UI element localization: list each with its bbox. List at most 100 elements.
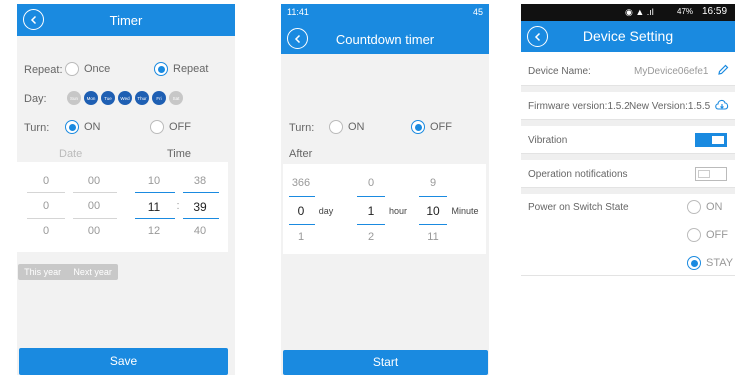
off-label: OFF [169,121,191,133]
power-off-radio[interactable]: OFF [687,228,728,242]
toggle-knob [712,136,724,144]
off-radio[interactable]: OFF [411,120,452,134]
picker-line [289,224,315,225]
countdown-picker[interactable]: 366 0 1 day 0 1 2 hour 9 10 11 Minute [283,164,486,254]
vibration-row: Vibration [521,126,735,154]
notifications-toggle[interactable] [695,167,727,181]
day-sat[interactable]: Sat [169,91,183,105]
day-unit: day [318,206,334,216]
picker-cell: 00 [87,175,101,187]
status-bar: 11:41 45 [281,4,489,21]
day-tue[interactable]: Tue [101,91,115,105]
this-year-chip[interactable]: This year [24,267,61,277]
picker-cell: 40 [193,225,207,237]
power-stay-radio[interactable]: STAY [687,256,733,270]
picker-cell-selected: 39 [193,200,207,214]
device-name-value: MyDevice06efe1 [634,66,709,77]
on-radio[interactable]: ON [329,120,365,134]
radio-icon [687,228,701,242]
minute-unit: Minute [451,206,479,216]
time-separator: : [176,200,180,212]
device-name-row[interactable]: Device Name: MyDevice06efe1 [521,56,735,86]
on-radio[interactable]: ON [65,120,101,134]
off-radio[interactable]: OFF [150,120,191,134]
next-year-chip[interactable]: Next year [73,267,112,277]
off-label: OFF [430,121,452,133]
start-button[interactable]: Start [283,350,488,375]
picker-line [419,196,447,197]
once-radio[interactable]: Once [65,62,110,76]
device-app-bar: Device Setting [521,21,735,52]
after-row: After [289,148,312,160]
picker-cell-selected: 0 [297,204,305,218]
page-title: Timer [109,13,143,28]
turn-label: Turn: [24,122,50,134]
year-selector: This year Next year [18,264,118,280]
save-button[interactable]: Save [19,348,228,375]
picker-cell: 0 [42,200,50,212]
after-label: After [289,148,313,160]
day-fri[interactable]: Fri [152,91,166,105]
repeat-radio[interactable]: Repeat [154,62,208,76]
status-bar: ◉ ▲ .ıl 47% 16:59 [521,4,735,21]
once-label: Once [84,63,111,75]
radio-icon [150,120,164,134]
picker-cell: 10 [147,175,161,187]
timer-screen: Timer Repeat: Once Repeat Day: Sun Mon T… [17,4,235,375]
power-state-row: Power on Switch State ON OFF STAY [521,194,735,276]
radio-icon [65,62,79,76]
firmware-version: Firmware version:1.5.2 [528,101,630,112]
picker-cell: 0 [367,177,375,189]
picker-cell: 0 [42,175,50,187]
notifications-row: Operation notifications [521,160,735,188]
date-header: Date [59,148,82,160]
firmware-row[interactable]: Firmware version:1.5.2 New Version:1.5.5 [521,92,735,120]
picker-cell: 11 [427,231,439,243]
radio-selected-icon [65,120,79,134]
picker-line [135,192,175,193]
picker-line [27,192,65,193]
picker-line [73,218,117,219]
day-sun[interactable]: Sun [67,91,81,105]
day-thur[interactable]: Thur [135,91,149,105]
day-selector: Sun Mon Tue Wed Thur Fri Sat [67,91,186,105]
cloud-download-icon[interactable] [714,98,730,112]
hour-unit: hour [388,206,407,216]
status-battery: 45 [472,7,483,17]
new-version: New Version:1.5.5 [629,101,711,112]
day-mon[interactable]: Mon [84,91,98,105]
power-on-radio[interactable]: ON [687,200,723,214]
picker-line [357,224,385,225]
radio-icon [687,200,701,214]
battery-percent: 47% [677,7,694,16]
picker-cell: 9 [429,177,437,189]
date-header-label: Date [59,148,83,160]
picker-cell: 00 [87,225,101,237]
on-label: ON [84,121,101,133]
picker-line [73,192,117,193]
vibration-toggle[interactable] [695,133,727,147]
picker-cell: 0 [42,225,50,237]
power-on-label: ON [706,201,723,213]
picker-cell: 2 [367,231,375,243]
countdown-screen: 11:41 45 Countdown timer Turn: ON OFF Af… [281,4,489,375]
picker-cell: 38 [193,175,207,187]
on-label: ON [348,121,365,133]
day-wed[interactable]: Wed [118,91,132,105]
edit-icon[interactable] [717,64,729,76]
picker-cell: 366 [291,177,311,189]
picker-cell-selected: 10 [426,204,440,218]
radio-selected-icon [411,120,425,134]
power-stay-label: STAY [706,257,734,269]
picker-cell-selected: 11 [147,200,161,214]
power-state-label: Power on Switch State [528,202,629,213]
date-time-picker[interactable]: 0 0 0 00 00 00 10 11 12 : 38 39 40 [17,162,228,252]
page-title: Device Setting [582,28,674,44]
power-off-label: OFF [706,229,728,241]
day-label: Day: [24,93,47,105]
repeat-row: Repeat: [24,64,63,76]
picker-line [357,196,385,197]
picker-line [27,218,65,219]
picker-cell-selected: 1 [367,204,375,218]
toggle-knob [698,170,710,178]
